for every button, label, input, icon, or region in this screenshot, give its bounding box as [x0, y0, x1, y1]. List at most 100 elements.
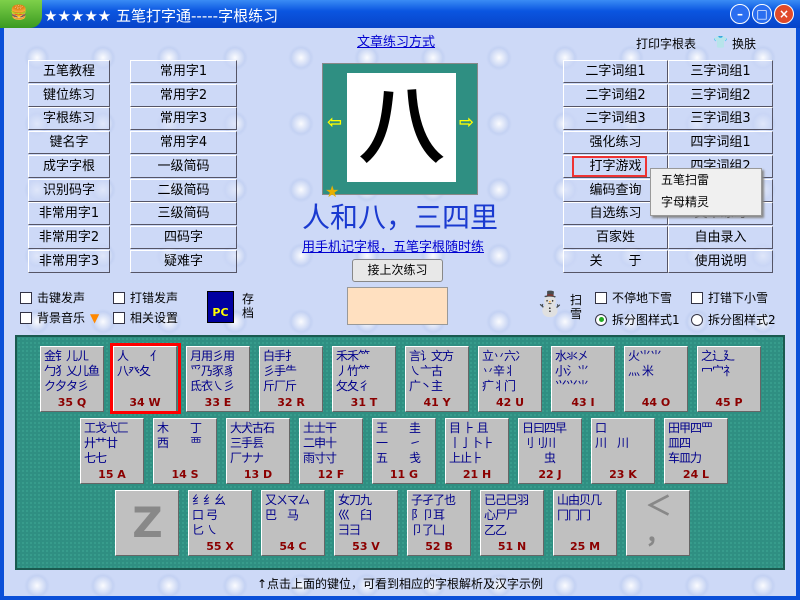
keyboard-key[interactable]: 又ㄨマ厶巴 马 54 C — [261, 490, 325, 556]
left-button[interactable]: 常用字4 — [130, 131, 237, 155]
left-button[interactable]: 非常用字1 — [28, 202, 110, 226]
right-button[interactable]: 二字词组2 — [563, 83, 668, 107]
left-button[interactable]: 成字字根 — [28, 154, 110, 178]
key-code: 42 U — [495, 396, 525, 409]
bg-music-checkbox[interactable]: 背景音乐 ▼ — [20, 309, 99, 326]
style1-radio[interactable]: 拆分图样式1 — [595, 311, 680, 328]
key-code: 52 B — [425, 540, 453, 553]
minimize-button[interactable]: – — [730, 4, 750, 24]
right-button[interactable]: 三字词组2 — [668, 83, 773, 107]
snow-on-error-checkbox[interactable]: 打错下小雪 — [691, 289, 768, 306]
left-button[interactable]: 非常用字3 — [28, 249, 110, 273]
key-sound-checkbox[interactable]: 击键发声 — [20, 289, 85, 306]
key-roots: 一 ㇀ — [376, 436, 421, 450]
keyboard-key[interactable]: 目 ⺊ 且丨亅卜⺊ 上止⺊ 21 H — [445, 418, 509, 484]
left-button[interactable]: 常用字2 — [130, 83, 237, 107]
floppy-save-icon[interactable]: PC — [207, 291, 234, 323]
key-roots: 勹犭乂儿鱼 — [44, 364, 100, 378]
article-mode-link[interactable]: 文章练习方式 — [357, 31, 435, 50]
key-roots: 上止⺊ — [449, 451, 483, 465]
close-button[interactable]: × — [774, 4, 794, 24]
print-roots-button[interactable]: 打印字根表 — [636, 35, 696, 52]
left-button[interactable]: 四码字 — [130, 225, 237, 249]
app-logo-icon[interactable]: 🍔 — [0, 0, 42, 28]
keyboard-key[interactable]: 禾禾⺮ 丿竹⺮ 攵夂彳 31 T — [332, 346, 396, 412]
keyboard-key[interactable]: 月用彡用 爫乃豕豸 氐衣㇏彡 33 E — [186, 346, 250, 412]
left-button[interactable]: 三级简码 — [130, 202, 237, 226]
left-button[interactable]: 非常用字2 — [28, 225, 110, 249]
keyboard-key[interactable]: Z — [115, 490, 179, 556]
keyboard-key[interactable]: 立丷六冫 丷辛丬 疒丬门 42 U — [478, 346, 542, 412]
key-roots: 车皿力 — [668, 451, 702, 465]
error-sound-checkbox[interactable]: 打错发声 — [113, 289, 178, 306]
right-button[interactable]: 百家姓 — [563, 225, 668, 249]
keyboard-key[interactable]: 已己巳羽 心尸尸 乙乙 51 N — [480, 490, 544, 556]
right-button[interactable]: 二字词组1 — [563, 60, 668, 83]
left-button[interactable]: 键名字 — [28, 131, 110, 155]
left-button[interactable]: 常用字1 — [130, 60, 237, 83]
key-code: 44 O — [641, 396, 671, 409]
keyboard-key[interactable]: 王 圭一 ㇀五 戋 11 G — [372, 418, 436, 484]
left-button[interactable]: 五笔教程 — [28, 60, 110, 83]
snowman-icon[interactable]: ⛄ — [535, 290, 565, 318]
keyboard-key[interactable]: 火⺌⺌灬 米 44 O — [624, 346, 688, 412]
key-roots: ク夕タ彡 — [44, 379, 89, 393]
right-button[interactable]: 二字词组3 — [563, 107, 668, 131]
keyboard-key[interactable]: 纟纟幺口 弓匕 ㇏ 55 X — [188, 490, 252, 556]
snow-nonstop-checkbox[interactable]: 不停地下雪 — [595, 289, 672, 306]
key-roots: 禾禾⺮ — [336, 349, 370, 363]
right-button[interactable]: 三字词组1 — [668, 60, 773, 83]
maximize-button[interactable]: □ — [752, 4, 772, 24]
right-button[interactable]: 强化练习 — [563, 131, 668, 155]
keyboard-key[interactable]: ＜， — [626, 490, 690, 556]
left-button[interactable]: 字根练习 — [28, 107, 110, 131]
keyboard-key[interactable]: 女刀九巛 臼彐彐 53 V — [334, 490, 398, 556]
keyboard-key[interactable]: 山由贝几 冂冂冂 25 M — [553, 490, 617, 556]
key-roots: 彡手⺧ — [263, 364, 297, 378]
left-button[interactable]: 常用字3 — [130, 107, 237, 131]
left-button[interactable]: 二级简码 — [130, 178, 237, 202]
keyboard-key[interactable]: 言讠文方 ㇏亠古 广丶主 41 Y — [405, 346, 469, 412]
input-box[interactable] — [347, 287, 448, 325]
keyboard-key[interactable]: 之辶廴 冖宀礻 45 P — [697, 346, 761, 412]
key-roots: 冖宀礻 — [701, 364, 735, 378]
keyboard-key[interactable]: 子孑了也 阝卩耳 卩了凵 52 B — [407, 490, 471, 556]
right-button[interactable]: 三字词组3 — [668, 107, 773, 131]
keyboard-key[interactable]: 白手扌 彡手⺧ 斤厂斤 32 R — [259, 346, 323, 412]
right-button[interactable]: 自由录入 — [668, 225, 773, 249]
keyboard-key[interactable]: 日曰四早 刂刂川 虫 22 J — [518, 418, 582, 484]
key-roots: 七七 — [84, 451, 107, 465]
keyboard-key[interactable]: 田甲四罒 皿四 车皿力 24 L — [664, 418, 728, 484]
resume-practice-button[interactable]: 接上次练习 — [352, 259, 443, 282]
save-label[interactable]: 存档 — [242, 292, 256, 320]
keyboard-key[interactable]: 金钅儿ㄦ 勹犭乂儿鱼 ク夕タ彡 35 Q — [40, 346, 104, 412]
keyboard-key[interactable]: 工戈弋匚 廾艹廿 七七 15 A — [80, 418, 144, 484]
key-roots: 丨亅卜⺊ — [449, 436, 494, 450]
settings-checkbox[interactable]: 相关设置 — [113, 309, 178, 326]
left-button[interactable]: 键位练习 — [28, 83, 110, 107]
key-roots: 西 覀 — [157, 436, 202, 450]
key-roots: 口 — [595, 421, 607, 435]
right-button[interactable]: 使用说明 — [668, 249, 773, 273]
keyboard-key[interactable]: 水氺㐅 小氵⺌ ⺍⺍⺌ 43 I — [551, 346, 615, 412]
menu-item-minesweeper[interactable]: 五笔扫雷 — [651, 169, 761, 191]
mobile-app-link[interactable]: 用手机记字根，五笔字根随时练 — [302, 236, 484, 255]
right-button[interactable]: 关 于 — [563, 249, 668, 273]
skin-button[interactable]: 换肤 — [732, 35, 756, 52]
key-roots: 广丶主 — [409, 379, 443, 393]
keyboard-key[interactable]: 木 丁西 覀 14 S — [153, 418, 217, 484]
keyboard-key[interactable]: 大犬古石 三手镸 厂ナナ 13 D — [226, 418, 290, 484]
sweep-snow-label[interactable]: 扫雪 — [570, 293, 584, 321]
next-arrow-icon[interactable]: ⇨ — [459, 112, 474, 133]
menu-item-letter-sprite[interactable]: 字母精灵 — [651, 191, 761, 213]
keyboard-key[interactable]: 口川 川 23 K — [591, 418, 655, 484]
keyboard-key[interactable]: 土士干 二申十 雨寸寸 12 F — [299, 418, 363, 484]
right-button[interactable]: 四字词组1 — [668, 131, 773, 155]
left-button[interactable]: 识别码字 — [28, 178, 110, 202]
left-button[interactable]: 疑难字 — [130, 249, 237, 273]
prev-arrow-icon[interactable]: ⇦ — [327, 112, 342, 133]
left-button[interactable]: 一级简码 — [130, 154, 237, 178]
key-code: 12 F — [317, 468, 345, 481]
key-code: 51 N — [497, 540, 527, 553]
style2-radio[interactable]: 拆分图样式2 — [691, 311, 776, 328]
